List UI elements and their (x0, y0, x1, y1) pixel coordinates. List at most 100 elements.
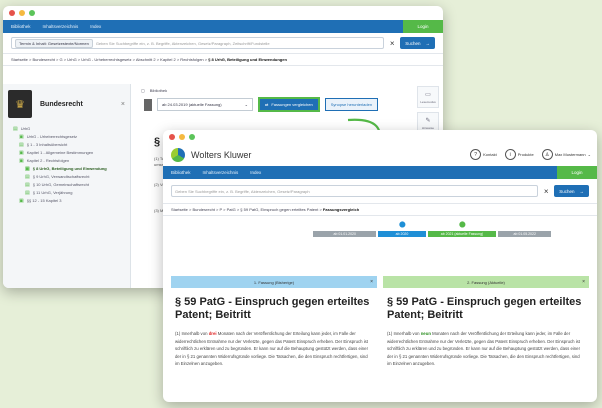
tree-item-label: Kapitel 2 - Rechtsfolgen (26, 158, 70, 163)
sidebar-tree-item[interactable]: ▤ § 11 UrhG, Verjährung (9, 190, 124, 196)
tree-item-label: §§ 12 - 15 Kapitel 3 (26, 198, 62, 203)
search-input[interactable]: Geben Sie Suchbegriffe ein, z. B. Begrif… (171, 185, 539, 197)
tree-node-icon: ▣ (19, 134, 24, 140)
tree-node-icon: ▣ (25, 166, 30, 172)
nav-item-library[interactable]: Bibliothek (11, 24, 31, 29)
right-text-start: (1) Innerhalb von (387, 331, 421, 336)
chevron-down-icon: ⌄ (244, 102, 248, 107)
login-button[interactable]: Login (557, 166, 597, 179)
doc-toolbar: ▢ Bibliothek (136, 84, 443, 97)
tree-node-icon: ▣ (19, 158, 24, 164)
top-nav: Bibliothek Inhaltsverzeichnis Index Logi… (163, 166, 597, 179)
products-button[interactable]: i Produkte (504, 149, 534, 160)
close-dot[interactable] (9, 10, 15, 16)
timeline-segment[interactable]: ab 01.05.2022 (498, 231, 551, 237)
sidebar-tree-item[interactable]: ▣ Kapitel 1 - Allgemeine Bestimmungen (9, 150, 124, 156)
nav-item-toc[interactable]: Inhaltsverzeichnis (43, 24, 79, 29)
breadcrumb-current: Fassungsvergleich (322, 207, 360, 212)
left-version-header: 1. Fassung (Bisherige) × (171, 276, 377, 288)
user-menu-button[interactable]: ♙ Max Mustermann ⌄ (541, 149, 591, 160)
doc-type-icon (144, 98, 152, 111)
left-section-title: § 59 PatG - Einspruch gegen erteiltes Pa… (175, 296, 370, 321)
search-button-label: Suchen (559, 188, 575, 194)
timeline-marker-icon[interactable]: ⬤ (459, 221, 466, 228)
compare-versions-button[interactable]: ⇄ Fassungen vergleichen (258, 97, 320, 112)
tree-item-label: § 1 - 3 Inhaltsübersicht (26, 142, 68, 147)
clear-search-icon[interactable]: × (542, 187, 550, 196)
maximize-dot[interactable] (189, 134, 195, 140)
breadcrumb-path[interactable]: Startseite > Bundesrecht > G > UrhG > Ur… (11, 57, 208, 62)
deleted-word: drei (208, 331, 217, 336)
doc-source[interactable]: Bibliothek (150, 88, 167, 93)
left-text-end: Monaten nach der Veröffentlichung der Er… (175, 331, 369, 366)
tree-item-label: UrhG - Urheberrechtsgesetz (26, 134, 77, 139)
wolters-kluwer-logo-icon (171, 148, 185, 162)
close-dot[interactable] (169, 134, 175, 140)
timeline-marker-icon[interactable]: ⬤ (399, 221, 406, 228)
download-synopsis-button[interactable]: Synopse herunterladen (324, 98, 379, 111)
reading-mode-button[interactable]: ▭ Lesemodus (417, 86, 439, 108)
left-section-text: (1) Innerhalb von drei Monaten nach der … (171, 326, 377, 372)
nav-item-index[interactable]: Index (250, 170, 261, 175)
clear-search-icon[interactable]: × (388, 39, 396, 48)
search-button[interactable]: Suchen → (554, 185, 589, 197)
right-version-label: 2. Fassung (Aktuelle) (467, 279, 505, 285)
tree-node-icon: ▤ (13, 126, 18, 132)
breadcrumb-path[interactable]: Startseite > Bundesrecht > P > PatG > § … (171, 207, 323, 212)
sidebar-title: Bundesrecht (40, 100, 83, 108)
timeline-segment[interactable]: ab 01.01.2020 (313, 231, 377, 237)
user-name: Max Mustermann (554, 152, 586, 157)
nav-item-library[interactable]: Bibliothek (171, 170, 191, 175)
sidebar: ♛ Bundesrecht × ▤ UrhG ▣ UrhG - Urheberrech… (3, 84, 131, 288)
products-label: Produkte (517, 152, 534, 157)
tree-node-icon: ▣ (19, 198, 24, 204)
contact-button[interactable]: ? Kontakt (470, 149, 497, 160)
timeline-segment[interactable]: ab 2020 (378, 231, 426, 237)
sidebar-tree-item[interactable]: ▣ Kapitel 2 - Rechtsfolgen (9, 158, 124, 164)
compare-icon: ⇄ (265, 102, 269, 107)
federal-eagle-icon: ♛ (8, 90, 32, 118)
nav-item-index[interactable]: Index (90, 24, 101, 29)
info-icon: i (504, 149, 516, 160)
search-input[interactable]: Termin & Inhalt: Gesetzestexte/Normen Ge… (11, 37, 385, 49)
close-sidebar-icon[interactable]: × (121, 101, 125, 108)
search-placeholder: Geben Sie Suchbegriffe ein, z. B. Begrif… (175, 188, 310, 194)
right-version-header: 2. Fassung (Aktuelle) × (383, 276, 589, 288)
sidebar-tree-item[interactable]: ▤ § 9 UrhG, Verwandtschaftsrecht (9, 174, 124, 180)
maximize-dot[interactable] (29, 10, 35, 16)
left-version-label: 1. Fassung (Bisherige) (253, 279, 295, 285)
tree-node-icon: ▤ (25, 182, 30, 188)
right-section-title: § 59 PatG - Einspruch gegen erteiltes Pa… (387, 296, 582, 321)
close-column-icon[interactable]: × (370, 279, 373, 285)
nav-item-toc[interactable]: Inhaltsverzeichnis (203, 170, 239, 175)
version-timeline: ab 01.01.2020 ab 2020 ⬤ ab 2021 (aktuelle F… (163, 216, 597, 246)
breadcrumb: Startseite > Bundesrecht > G > UrhG > Ur… (3, 53, 443, 66)
sidebar-tree-item[interactable]: ▣ § 8 UrhG, Beteiligung und Einwendung (9, 166, 124, 172)
tree-node-icon: ▣ (19, 150, 24, 156)
sidebar-tree-item[interactable]: ▤ § 1 - 3 Inhaltsübersicht (9, 142, 124, 148)
sidebar-header: ♛ Bundesrecht × (3, 84, 130, 124)
login-button[interactable]: Login (403, 20, 443, 33)
sidebar-tree-item[interactable]: ▤ UrhG (9, 126, 124, 132)
right-text-end: Monaten nach der Veröffentlichung der Er… (387, 331, 581, 366)
comparison-columns: 1. Fassung (Bisherige) × § 59 PatG - Ein… (171, 276, 589, 402)
contact-label: Kontakt (483, 152, 497, 157)
left-text-start: (1) Innerhalb von (175, 331, 209, 336)
chevron-down-icon: ⌄ (587, 152, 591, 157)
search-button[interactable]: Suchen → (400, 37, 435, 49)
tree-item-label: § 9 UrhG, Verwandtschaftsrecht (32, 174, 90, 179)
version-date-select[interactable]: ab 24.03.2019 (aktuelle Fassung) ⌄ (157, 98, 253, 111)
version-row: ab 24.03.2019 (aktuelle Fassung) ⌄ ⇄ Fas… (136, 97, 443, 112)
tree-item-label: UrhG (20, 126, 31, 131)
close-column-icon[interactable]: × (582, 279, 585, 285)
minimize-dot[interactable] (19, 10, 25, 16)
search-filter-chip[interactable]: Termin & Inhalt: Gesetzestexte/Normen (15, 38, 93, 48)
search-row: Termin & Inhalt: Gesetzestexte/Normen Ge… (3, 33, 443, 53)
sidebar-tree-item[interactable]: ▣ §§ 12 - 15 Kapitel 3 (9, 198, 124, 204)
timeline-segment[interactable]: ab 2021 (aktuelle Fassung) (427, 231, 497, 237)
right-version-column: 2. Fassung (Aktuelle) × § 59 PatG - Eins… (383, 276, 589, 402)
minimize-dot[interactable] (179, 134, 185, 140)
inserted-word: neun (420, 331, 431, 336)
sidebar-tree-item[interactable]: ▣ UrhG - Urheberrechtsgesetz (9, 134, 124, 140)
sidebar-tree-item[interactable]: ▤ § 10 UrhG, Gemeinschaftsrecht (9, 182, 124, 188)
